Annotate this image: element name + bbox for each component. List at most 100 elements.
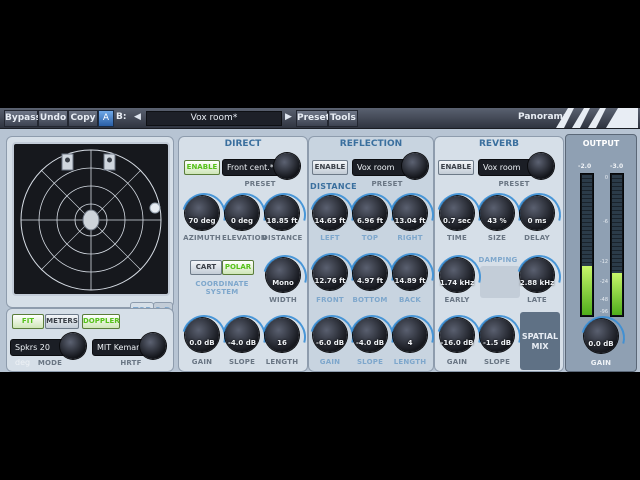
- mode-label: MODE: [37, 359, 63, 367]
- reflection-bottom-label: BOTTOM: [352, 296, 388, 304]
- direct-preset-label: PRESET: [244, 180, 276, 188]
- reverb-slope-label: SLOPE: [483, 358, 511, 366]
- reverb-gain-value: -16.0 dB: [440, 339, 474, 347]
- reflection-left-value: 14.65 ft: [314, 217, 346, 225]
- output-gain-label: GAIN: [590, 359, 612, 367]
- preset-menu-button[interactable]: Preset: [296, 110, 330, 127]
- reverb-preset-knob[interactable]: [528, 153, 554, 179]
- hrtf-knob[interactable]: [140, 333, 166, 359]
- reflection-length-value: 4: [407, 339, 413, 347]
- reflection-gain-label: GAIN: [319, 358, 341, 366]
- reflection-length-label: LENGTH: [393, 358, 427, 366]
- panorama-plugin-window: Bypass Undo Copy A B: ◀ Vox room* ▶ Pres…: [0, 108, 640, 372]
- direct-title: DIRECT: [224, 139, 262, 149]
- reflection-bottom-value: 4.97 ft: [356, 277, 384, 285]
- meters-toggle[interactable]: METERS: [45, 314, 79, 329]
- width-label: WIDTH: [269, 296, 297, 304]
- scale-tick: -24: [599, 279, 608, 285]
- reflection-slope-value: -4.0 dB: [355, 339, 385, 347]
- copy-button[interactable]: Copy: [68, 110, 98, 127]
- preset-name-field[interactable]: Vox room*: [146, 111, 282, 126]
- azimuth-label: AZIMUTH: [183, 234, 221, 242]
- bypass-button[interactable]: Bypass: [4, 110, 41, 127]
- source-position-radar[interactable]: [12, 142, 170, 296]
- output-panel: OUTPUT -2.0 -3.0 0 -6 -12 -24 -48 -96 0.…: [565, 134, 637, 372]
- prev-preset-arrow-icon[interactable]: ◀: [134, 111, 141, 124]
- reverb-time-value: 0.7 sec: [443, 217, 471, 225]
- polar-toggle[interactable]: POLAR: [222, 260, 254, 275]
- direct-gain-value: 0.0 dB: [189, 339, 215, 347]
- scale-tick: -96: [599, 309, 608, 315]
- reflection-back-value: 14.89 ft: [394, 277, 426, 285]
- reverb-delay-label: DELAY: [524, 234, 550, 242]
- width-value: Mono: [272, 279, 294, 287]
- reflection-preset-label: PRESET: [371, 180, 403, 188]
- elevation-value: 0 deg: [230, 217, 254, 225]
- reflection-front-label: FRONT: [316, 296, 344, 304]
- direct-enable-toggle[interactable]: ENABLE: [184, 160, 220, 175]
- reverb-enable-toggle[interactable]: ENABLE: [438, 160, 474, 175]
- reflection-left-label: LEFT: [320, 234, 340, 242]
- damping-label: DAMPING: [478, 256, 518, 264]
- scale-tick: 0: [604, 175, 608, 181]
- ab-toggle-button[interactable]: A: [98, 110, 114, 127]
- waves-logo-icon: [556, 108, 638, 128]
- direct-gain-label: GAIN: [191, 358, 213, 366]
- tools-menu-button[interactable]: Tools: [328, 110, 358, 127]
- output-meter-right: [610, 173, 624, 317]
- scale-tick: -12: [599, 259, 608, 265]
- direct-slope-value: -4.0 dB: [227, 339, 257, 347]
- reflection-top-value: 6.96 ft: [356, 217, 384, 225]
- reflection-preset-knob[interactable]: [402, 153, 428, 179]
- direct-preset-knob[interactable]: [274, 153, 300, 179]
- reflection-slope-label: SLOPE: [356, 358, 384, 366]
- cartesian-toggle[interactable]: CART: [190, 260, 222, 275]
- toolbar: Bypass Undo Copy A B: ◀ Vox room* ▶ Pres…: [0, 108, 640, 129]
- fit-toggle[interactable]: FIT: [12, 314, 44, 329]
- distance-label: DISTANCE: [262, 234, 303, 242]
- spatial-mix-label-line2: MIX: [531, 342, 549, 351]
- peak-left-value: -2.0: [578, 163, 592, 170]
- reflection-front-value: 12.76 ft: [314, 277, 346, 285]
- mode-knob[interactable]: [60, 333, 86, 359]
- spatial-mix-section: SPATIAL MIX: [520, 312, 560, 370]
- elevation-label: ELEVATION: [222, 234, 267, 242]
- reflection-enable-toggle[interactable]: ENABLE: [312, 160, 348, 175]
- damping-early-label: EARLY: [444, 296, 470, 304]
- reflection-distance-label: DISTANCE: [310, 182, 357, 191]
- damping-divider: [480, 266, 520, 298]
- direct-length-label: LENGTH: [265, 358, 299, 366]
- reflection-back-label: BACK: [398, 296, 422, 304]
- reverb-time-label: TIME: [447, 234, 467, 242]
- doppler-toggle[interactable]: DOPPLER: [82, 314, 120, 329]
- direct-slope-label: SLOPE: [228, 358, 256, 366]
- damping-late-label: LATE: [527, 296, 547, 304]
- reverb-size-label: SIZE: [487, 234, 507, 242]
- undo-button[interactable]: Undo: [38, 110, 68, 127]
- reflection-right-value: 13.04 ft: [394, 217, 426, 225]
- output-title: OUTPUT: [582, 139, 620, 148]
- damping-early-value: 1.74 kHz: [439, 279, 475, 287]
- reflection-right-label: RIGHT: [397, 234, 423, 242]
- spatial-mix-label-line1: SPATIAL: [521, 332, 559, 341]
- damping-late-value: 2.88 kHz: [519, 279, 555, 287]
- peak-right-value: -3.0: [610, 163, 624, 170]
- scale-tick: -48: [599, 297, 608, 303]
- reflection-gain-value: -6.0 dB: [315, 339, 345, 347]
- reverb-title: REVERB: [479, 139, 519, 149]
- coordinate-system-label: COORDINATE SYSTEM: [195, 280, 249, 296]
- b-setup-label: B:: [116, 112, 127, 122]
- reverb-slope-value: -1.5 dB: [482, 339, 512, 347]
- reverb-delay-value: 0 ms: [527, 217, 547, 225]
- azimuth-value: 70 deg: [188, 217, 216, 225]
- scale-tick: -6: [603, 219, 608, 225]
- reverb-size-value: 43 %: [487, 217, 507, 225]
- next-preset-arrow-icon[interactable]: ▶: [285, 111, 292, 124]
- reflection-title: REFLECTION: [339, 139, 403, 149]
- reverb-gain-label: GAIN: [446, 358, 468, 366]
- distance-value: 18.85 ft: [266, 217, 298, 225]
- output-meter-scale: 0 -6 -12 -24 -48 -96: [594, 173, 608, 315]
- reflection-top-label: TOP: [361, 234, 379, 242]
- output-meter-left: [580, 173, 594, 317]
- reverb-preset-label: PRESET: [498, 180, 530, 188]
